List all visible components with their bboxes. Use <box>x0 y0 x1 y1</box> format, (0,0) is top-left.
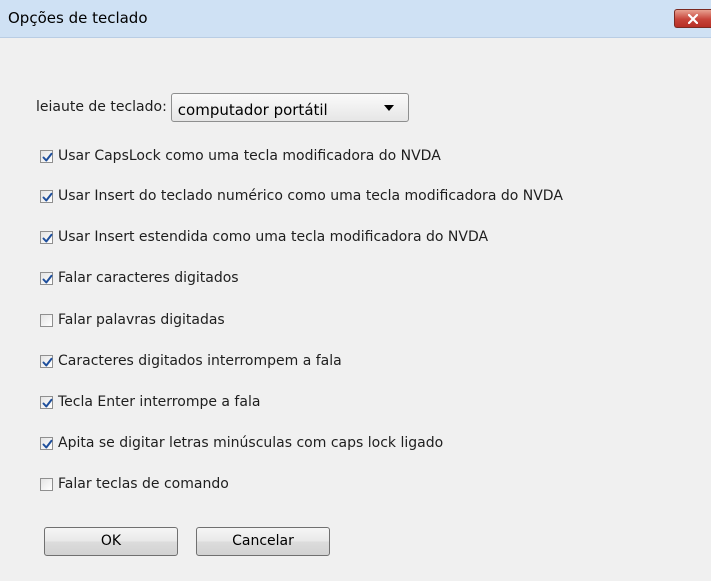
option-extended-insert-modifier[interactable]: Usar Insert estendida como uma tecla mod… <box>40 227 488 247</box>
dialog-content: leiaute de teclado: computador portátil … <box>0 38 711 581</box>
check-icon <box>42 152 53 161</box>
option-label: Falar palavras digitadas <box>58 312 225 328</box>
checkbox[interactable] <box>40 149 53 163</box>
keyboard-layout-row: leiaute de teclado: computador portátil <box>36 92 409 122</box>
keyboard-layout-value: computador portátil <box>177 100 328 119</box>
dropdown-arrow-icon <box>383 104 394 111</box>
checkbox[interactable] <box>40 189 53 203</box>
option-speak-typed-words[interactable]: Falar palavras digitadas <box>40 310 225 330</box>
keyboard-layout-select[interactable]: computador portátil <box>170 92 409 122</box>
ok-button[interactable]: OK <box>44 527 178 556</box>
check-icon <box>42 192 53 201</box>
option-beep-lowercase-capslock[interactable]: Apita se digitar letras minúsculas com c… <box>40 433 443 453</box>
cancel-button[interactable]: Cancelar <box>196 527 330 556</box>
checkbox[interactable] <box>40 230 53 244</box>
window-title: Opções de teclado <box>8 9 148 27</box>
option-label: Usar CapsLock como uma tecla modificador… <box>58 148 441 164</box>
checkbox[interactable] <box>40 313 53 327</box>
title-bar[interactable]: Opções de teclado <box>0 0 711 38</box>
option-label: Falar caracteres digitados <box>58 270 239 286</box>
close-button[interactable] <box>674 9 711 28</box>
close-icon <box>688 14 698 24</box>
option-speak-command-keys[interactable]: Falar teclas de comando <box>40 474 229 494</box>
option-label: Usar Insert estendida como uma tecla mod… <box>58 229 489 245</box>
option-label: Caracteres digitados interrompem a fala <box>58 353 342 369</box>
checkbox[interactable] <box>40 436 53 450</box>
checkbox[interactable] <box>40 354 53 368</box>
check-icon <box>42 233 53 242</box>
check-icon <box>42 398 53 407</box>
option-speak-typed-characters[interactable]: Falar caracteres digitados <box>40 268 239 288</box>
option-numpad-insert-modifier[interactable]: Usar Insert do teclado numérico como uma… <box>40 186 563 206</box>
checkbox[interactable] <box>40 477 53 491</box>
dialog-window: Opções de teclado leiaute de teclado: co… <box>0 0 711 581</box>
option-capslock-modifier[interactable]: Usar CapsLock como uma tecla modificador… <box>40 146 441 166</box>
check-icon <box>42 357 53 366</box>
option-typed-chars-interrupt-speech[interactable]: Caracteres digitados interrompem a fala <box>40 351 342 371</box>
checkbox[interactable] <box>40 395 53 409</box>
check-icon <box>42 274 53 283</box>
checkbox[interactable] <box>40 271 53 285</box>
option-label: Apita se digitar letras minúsculas com c… <box>58 435 444 451</box>
option-enter-interrupts-speech[interactable]: Tecla Enter interrompe a fala <box>40 392 260 412</box>
option-label: Usar Insert do teclado numérico como uma… <box>58 188 563 204</box>
option-label: Falar teclas de comando <box>58 476 229 492</box>
check-icon <box>42 439 53 448</box>
keyboard-layout-label: leiaute de teclado: <box>36 99 167 115</box>
option-label: Tecla Enter interrompe a fala <box>58 394 261 410</box>
